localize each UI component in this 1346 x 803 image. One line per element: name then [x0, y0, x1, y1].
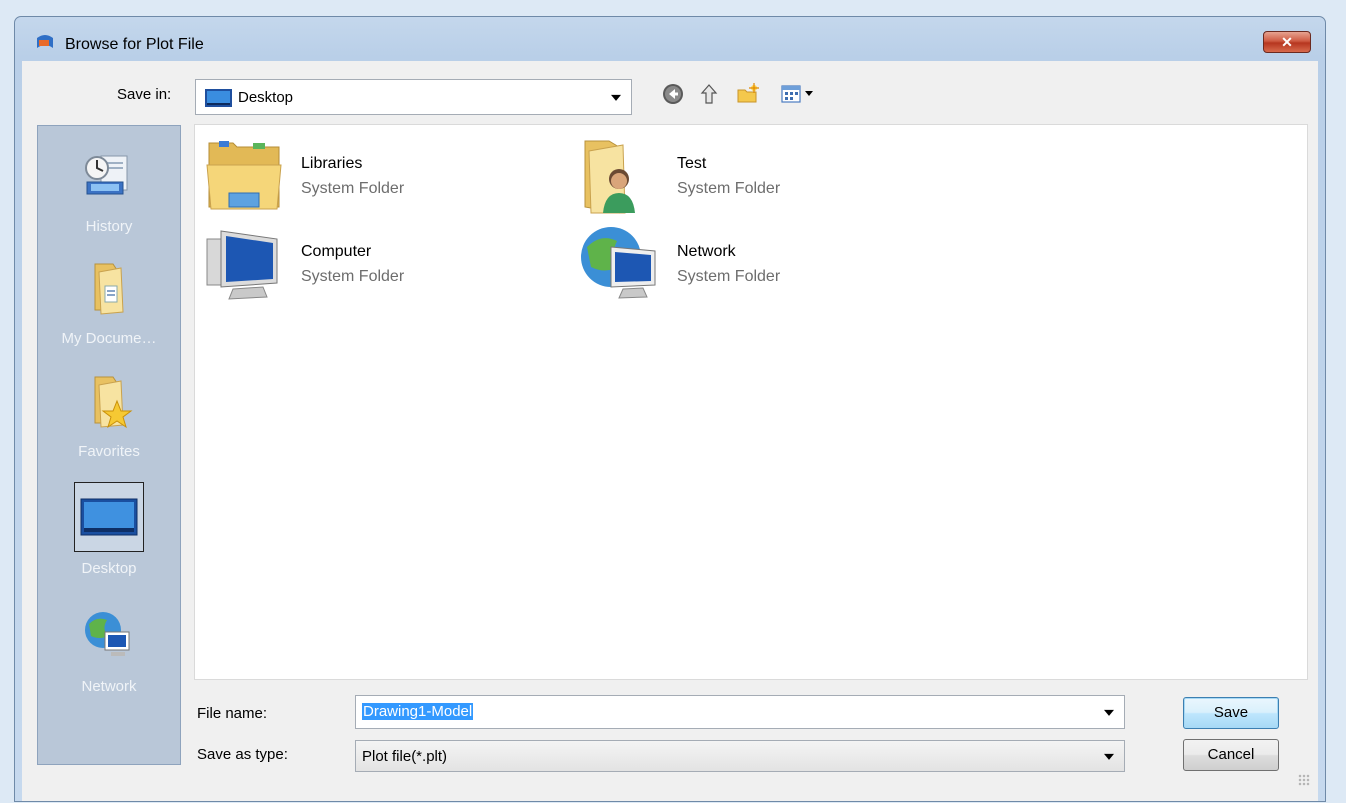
file-type: System Folder [301, 268, 405, 285]
places-bar: History My Docume… Favorites Desktop Net… [37, 125, 181, 765]
file-name: Network [677, 243, 736, 260]
save-as-type-value: Plot file(*.plt) [362, 748, 448, 765]
file-name: Test [677, 155, 707, 172]
save-as-type-dropdown[interactable]: Plot file(*.plt) [355, 740, 1125, 772]
network-icon [85, 612, 130, 656]
place-label: Desktop [81, 560, 137, 577]
save-in-value: Desktop [238, 89, 294, 106]
favorites-icon [94, 376, 133, 429]
list-item-libraries[interactable]: Libraries System Folder [203, 137, 563, 217]
place-favorites[interactable]: Favorites [38, 371, 180, 460]
desktop-icon [74, 482, 144, 552]
title-bar[interactable]: Browse for Plot File ✕ [15, 17, 1325, 53]
desktop-small-icon [205, 89, 232, 107]
up-folder-icon[interactable] [698, 83, 720, 105]
place-label: Favorites [78, 443, 140, 460]
chevron-down-icon[interactable] [1104, 753, 1114, 760]
file-name: Libraries [301, 155, 363, 172]
chevron-down-icon[interactable] [611, 94, 621, 101]
history-icon [85, 155, 128, 195]
file-type: System Folder [301, 180, 405, 197]
file-type: System Folder [677, 180, 781, 197]
list-item-test[interactable]: Test System Folder [579, 137, 939, 217]
computer-icon [206, 230, 278, 300]
save-button[interactable]: Save [1183, 697, 1279, 729]
my-documents-icon [94, 263, 124, 315]
dialog-title: Browse for Plot File [65, 36, 204, 53]
place-desktop[interactable]: Desktop [38, 482, 180, 577]
place-label: History [85, 218, 133, 235]
views-menu-icon[interactable] [781, 83, 817, 105]
file-name: Computer [301, 243, 372, 260]
place-label: My Docume… [61, 330, 157, 347]
file-type: System Folder [677, 268, 781, 285]
list-item-network[interactable]: Network System Folder [579, 225, 939, 305]
place-label: Network [81, 678, 137, 695]
views-grid-icon [781, 85, 801, 103]
libraries-icon [206, 141, 282, 210]
place-my-documents[interactable]: My Docume… [38, 258, 180, 347]
new-folder-icon[interactable] [737, 83, 759, 105]
file-name-label: File name: [197, 705, 268, 722]
file-name-value: Drawing1-Model [362, 703, 474, 720]
app-icon [37, 35, 53, 48]
place-network[interactable]: Network [38, 606, 180, 695]
save-as-type-label: Save as type: [197, 746, 288, 763]
file-name-input[interactable]: Drawing1-Model [355, 695, 1125, 729]
desktop-screen-icon [80, 498, 138, 536]
cancel-button[interactable]: Cancel [1183, 739, 1279, 771]
list-item-computer[interactable]: Computer System Folder [203, 225, 563, 305]
chevron-down-icon[interactable] [1104, 709, 1114, 716]
chevron-down-icon [805, 91, 813, 96]
back-icon[interactable] [662, 83, 684, 105]
place-history[interactable]: History [38, 146, 180, 235]
resize-grip[interactable] [1298, 774, 1310, 786]
save-in-dropdown[interactable]: Desktop [195, 79, 632, 115]
user-folder-icon [584, 140, 635, 214]
network-icon [581, 227, 656, 299]
save-in-label: Save in: [117, 86, 172, 103]
file-list[interactable]: Libraries System Folder Test System Fold… [194, 124, 1308, 680]
close-button[interactable]: ✕ [1263, 31, 1311, 53]
